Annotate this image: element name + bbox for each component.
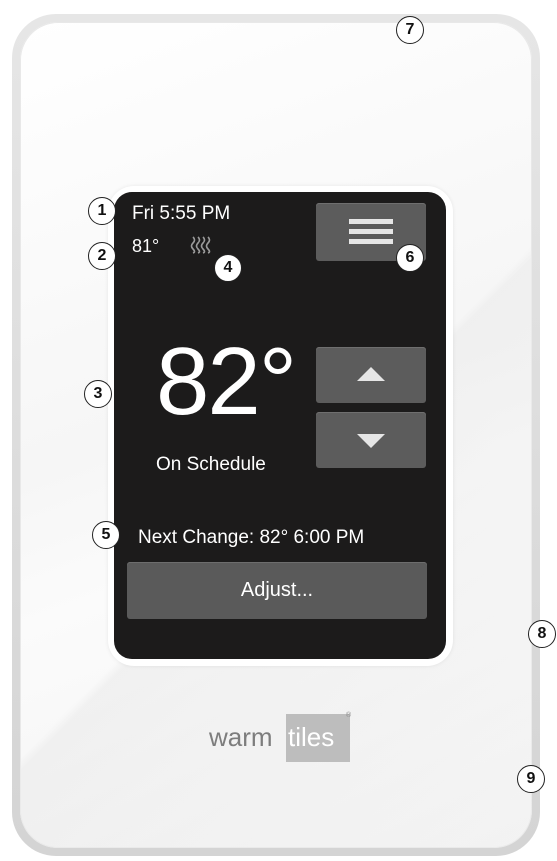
day-time-display: Fri 5:55 PM — [132, 203, 231, 224]
floor-temperature: 81° — [132, 236, 160, 256]
set-temperature: 82° — [156, 328, 297, 435]
warmtiles-logo: warm tiles ® — [209, 712, 351, 762]
adjust-button[interactable]: Adjust... — [127, 562, 427, 619]
next-change-info: Next Change: 82° 6:00 PM — [138, 527, 365, 548]
callout-7: 7 — [396, 16, 424, 44]
callout-5: 5 — [92, 521, 120, 549]
callout-2: 2 — [88, 242, 116, 270]
callout-4: 4 — [214, 254, 242, 282]
callout-9: 9 — [517, 765, 545, 793]
logo-text-warm: warm — [209, 722, 273, 752]
logo-text-tiles: tiles — [288, 722, 335, 752]
triangle-up-icon — [357, 367, 385, 381]
schedule-status: On Schedule — [156, 454, 266, 475]
callout-3: 3 — [84, 380, 112, 408]
callout-1: 1 — [88, 197, 116, 225]
callout-6: 6 — [396, 244, 424, 272]
callout-8: 8 — [528, 620, 556, 648]
temperature-down-button[interactable] — [316, 412, 426, 468]
triangle-down-icon — [357, 434, 385, 448]
heat-waves-icon — [190, 236, 211, 254]
temperature-up-button[interactable] — [316, 347, 426, 403]
